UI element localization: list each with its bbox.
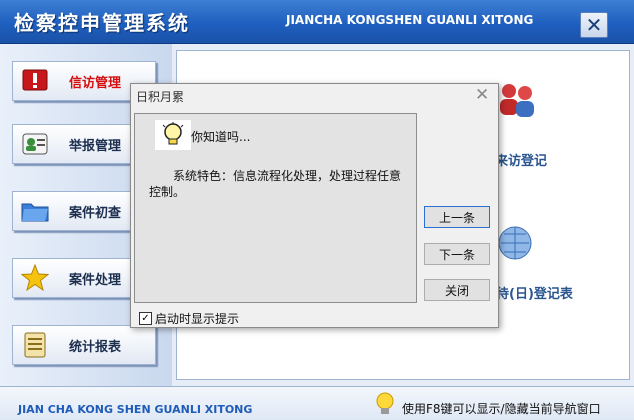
show-on-startup-label: 启动时显示提示 bbox=[155, 312, 240, 326]
f8-hint: 使用F8键可以显示/隐藏当前导航窗口 bbox=[402, 402, 601, 416]
globe-icon[interactable] bbox=[495, 223, 535, 266]
app-close-button[interactable]: ✕ bbox=[580, 12, 608, 38]
footer-pinyin: JIAN CHA KONG SHEN GUANLI XITONG bbox=[18, 403, 253, 416]
close-dialog-button[interactable]: 关闭 bbox=[424, 279, 490, 301]
folder-icon bbox=[21, 197, 49, 225]
visitors-icon[interactable] bbox=[495, 79, 539, 122]
sidebar-item-label: 信访管理 bbox=[69, 75, 122, 91]
show-on-startup-option[interactable]: ✓ 启动时显示提示 bbox=[139, 310, 239, 327]
close-icon: ✕ bbox=[585, 13, 603, 37]
alert-icon bbox=[21, 67, 49, 95]
app-title: 检察控申管理系统 bbox=[14, 11, 190, 35]
title-bar: 检察控申管理系统 JIANCHA KONGSHEN GUANLI XITONG … bbox=[0, 0, 634, 44]
dialog-close-icon[interactable]: ✕ bbox=[475, 85, 489, 105]
lightbulb-icon bbox=[374, 391, 396, 420]
status-bar: JIAN CHA KONG SHEN GUANLI XITONG 使用F8键可以… bbox=[0, 386, 634, 420]
contact-card-icon bbox=[21, 130, 49, 158]
func-visit-registration[interactable]: 来访登记 bbox=[495, 150, 547, 169]
tip-panel: 你知道吗... 系统特色：信息流程化处理，处理过程任意控制。 bbox=[134, 113, 417, 303]
sidebar-item-label: 举报管理 bbox=[69, 138, 122, 154]
sidebar-item-statistics[interactable]: 统计报表 bbox=[12, 325, 156, 365]
dialog-title: 日积月累 bbox=[136, 90, 185, 104]
lightbulb-icon bbox=[155, 120, 191, 150]
next-tip-button[interactable]: 下一条 bbox=[424, 243, 490, 265]
show-on-startup-checkbox[interactable]: ✓ bbox=[139, 312, 152, 325]
sidebar-item-label: 案件初查 bbox=[69, 205, 122, 221]
app-pinyin: JIANCHA KONGSHEN GUANLI XITONG bbox=[286, 13, 534, 27]
tip-text: 系统特色：信息流程化处理，处理过程任意控制。 bbox=[149, 169, 402, 199]
tip-dialog: 日积月累 ✕ 你知道吗... 系统特色：信息流程化处理，处理过程任意控制。 上一… bbox=[130, 83, 499, 328]
sidebar-item-label: 案件处理 bbox=[69, 272, 122, 288]
tip-heading: 你知道吗... bbox=[191, 130, 251, 144]
star-icon bbox=[21, 264, 49, 292]
prev-tip-button[interactable]: 上一条 bbox=[424, 206, 490, 228]
document-icon bbox=[21, 331, 49, 359]
sidebar-item-label: 统计报表 bbox=[69, 339, 122, 355]
